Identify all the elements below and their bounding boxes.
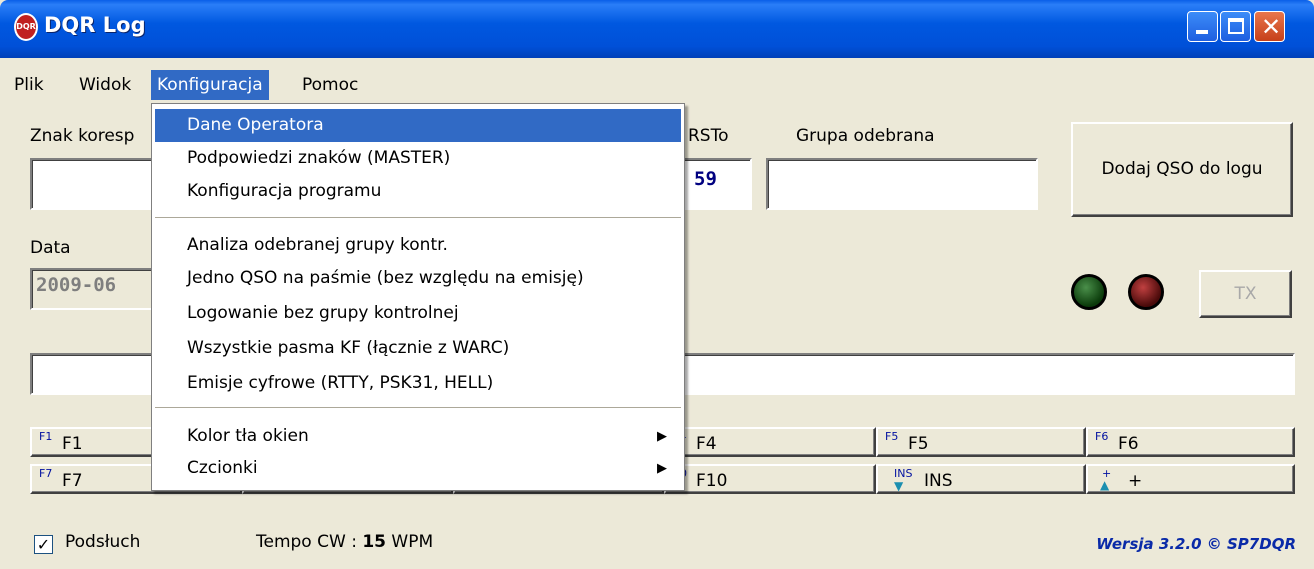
rsto-value: 59 [694, 168, 717, 190]
status-led-green [1071, 274, 1107, 310]
tx-button[interactable]: TX [1199, 270, 1292, 318]
submenu-arrow-icon: ▶ [657, 461, 667, 476]
menuitem-analiza-grupy[interactable]: Analiza odebranej grupy kontr. [155, 229, 681, 262]
date-value: 2009-06 [36, 274, 117, 296]
menu-bar: Plik Widok Konfiguracja Pomoc [0, 70, 1314, 100]
minimize-button[interactable] [1187, 11, 1218, 42]
f4-button[interactable]: F4 F4 [664, 427, 876, 457]
menuitem-wszystkie-pasma[interactable]: Wszystkie pasma KF (łącznie z WARC) [155, 332, 681, 365]
podsluch-label: Podsłuch [65, 532, 141, 552]
menu-pomoc[interactable]: Pomoc [296, 70, 364, 100]
close-button[interactable]: ✕ [1254, 11, 1285, 42]
add-qso-button[interactable]: Dodaj QSO do logu [1071, 122, 1293, 217]
tempo-unit: WPM [391, 532, 434, 552]
data-label: Data [30, 238, 71, 258]
menu-widok[interactable]: Widok [73, 70, 137, 100]
menuitem-czcionki[interactable]: Czcionki ▶ [155, 452, 681, 485]
status-led-red [1128, 274, 1164, 310]
ins-button[interactable]: INS ▼ INS [876, 464, 1086, 494]
minimize-icon [1196, 30, 1208, 34]
menu-plik[interactable]: Plik [8, 70, 50, 100]
version-label: Wersja 3.2.0 © SP7DQR [1096, 535, 1296, 553]
submenu-arrow-icon: ▶ [657, 429, 667, 444]
f6-key-hint: F6 [1095, 430, 1109, 443]
grupa-input[interactable] [766, 158, 1038, 210]
checkmark-icon: ✓ [36, 535, 51, 554]
f6-label: F6 [1118, 434, 1139, 454]
menuitem-jedno-qso[interactable]: Jedno QSO na paśmie (bez względu na emis… [155, 262, 681, 295]
date-input[interactable]: 2009-06 [30, 268, 160, 310]
tempo-value: 15 [362, 532, 386, 552]
rsto-input[interactable]: 59 [680, 158, 752, 210]
f1-label: F1 [62, 434, 83, 454]
arrow-up-icon: ▲ [1100, 478, 1110, 492]
menuitem-emisje-cyfrowe[interactable]: Emisje cyfrowe (RTTY, PSK31, HELL) [155, 367, 681, 400]
f5-button[interactable]: F5 F5 [876, 427, 1086, 457]
f6-button[interactable]: F6 F6 [1086, 427, 1295, 457]
menuitem-kolor-tla-label: Kolor tła okien [187, 426, 309, 446]
f10-button[interactable]: 10 F10 [664, 464, 876, 494]
arrow-down-icon: ▼ [894, 479, 904, 493]
podsluch-checkbox[interactable]: ✓ [34, 535, 53, 554]
maximize-icon [1228, 18, 1244, 34]
znak-label: Znak koresp [30, 126, 135, 146]
f10-label: F10 [696, 471, 728, 491]
title-bar[interactable]: DQR DQR Log ✕ [0, 0, 1314, 58]
f5-label: F5 [908, 434, 929, 454]
f1-key-hint: F1 [39, 430, 53, 443]
konfiguracja-dropdown: Dane Operatora Podpowiedzi znaków (MASTE… [151, 103, 685, 491]
grupa-label: Grupa odebrana [796, 126, 935, 146]
menuitem-czcionki-label: Czcionki [187, 458, 258, 478]
tempo-label: Tempo CW : [256, 532, 357, 552]
f7-label: F7 [62, 471, 83, 491]
menu-separator [155, 217, 681, 219]
menuitem-podpowiedzi-znakow[interactable]: Podpowiedzi znaków (MASTER) [155, 142, 681, 175]
menuitem-dane-operatora[interactable]: Dane Operatora [155, 109, 681, 142]
menuitem-kolor-tla[interactable]: Kolor tła okien ▶ [155, 420, 681, 453]
rsto-label: RSTo [688, 126, 729, 146]
callsign-input[interactable] [30, 158, 160, 210]
f7-key-hint: F7 [39, 467, 53, 480]
plus-button[interactable]: + ▲ + [1086, 464, 1295, 494]
menuitem-konfiguracja-programu[interactable]: Konfiguracja programu [155, 175, 681, 208]
f5-key-hint: F5 [885, 430, 899, 443]
plus-label: + [1128, 471, 1143, 491]
menuitem-logowanie-bez-grupy[interactable]: Logowanie bez grupy kontrolnej [155, 297, 681, 330]
close-icon: ✕ [1261, 13, 1282, 41]
window-title: DQR Log [44, 13, 146, 37]
menu-konfiguracja[interactable]: Konfiguracja [151, 70, 269, 100]
app-icon: DQR [14, 13, 38, 41]
maximize-button[interactable] [1220, 11, 1251, 42]
ins-label: INS [924, 471, 953, 491]
f4-label: F4 [696, 434, 717, 454]
menu-separator [155, 407, 681, 409]
tempo-cw: Tempo CW : 15 WPM [256, 532, 433, 552]
